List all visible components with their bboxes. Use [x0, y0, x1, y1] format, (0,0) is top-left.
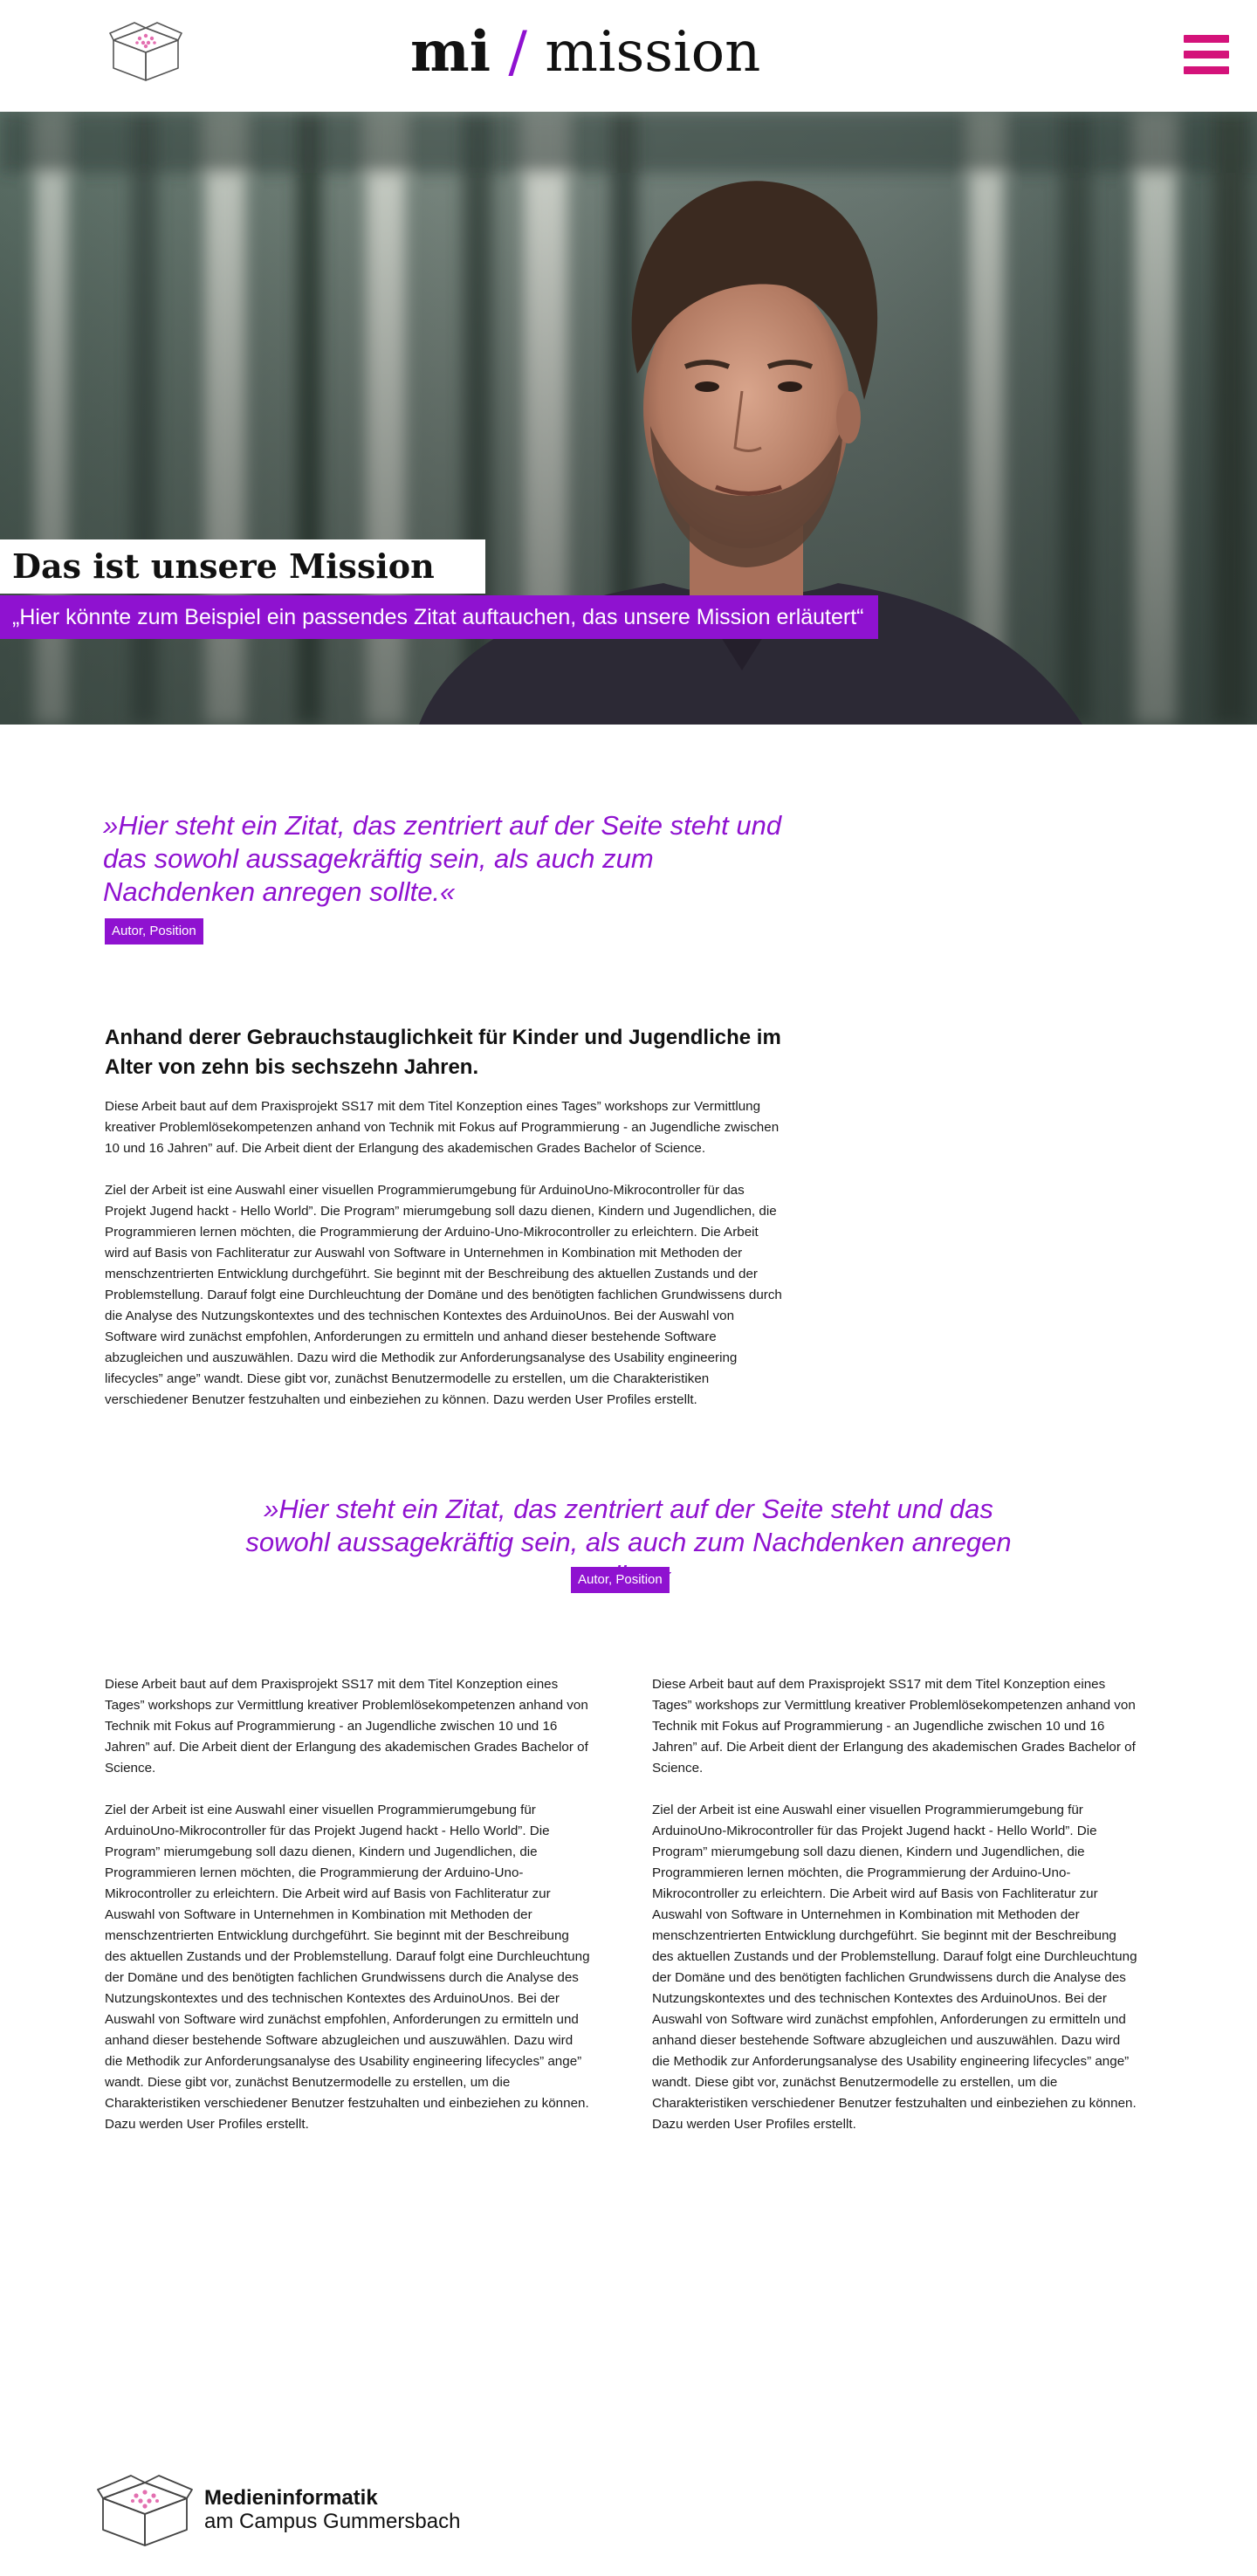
brand-mission: mission [545, 20, 761, 85]
hero-section: Das ist unsere Mission „Hier könnte zum … [0, 112, 1257, 725]
brand-mi: mi [410, 19, 491, 85]
box-icon [109, 22, 182, 81]
menu-bar [1184, 51, 1229, 58]
brand-wordmark: mi / mission [410, 16, 760, 89]
column-paragraph: Ziel der Arbeit ist eine Auswahl einer v… [105, 1803, 590, 2132]
article-body: Diese Arbeit baut auf dem Praxisprojekt … [105, 1096, 786, 1411]
footer-title: Medieninformatik [204, 2486, 378, 2510]
menu-bar [1184, 66, 1229, 74]
column-paragraph: Ziel der Arbeit ist eine Auswahl einer v… [652, 1803, 1137, 2132]
text-column-right: Diese Arbeit baut auf dem Praxisprojekt … [652, 1674, 1141, 2135]
box-icon [97, 2475, 193, 2546]
hero-title-box: Das ist unsere Mission [0, 539, 485, 594]
article-paragraph: Ziel der Arbeit ist eine Auswahl einer v… [105, 1183, 782, 1407]
hamburger-menu-icon[interactable] [1184, 35, 1229, 75]
hero-title: Das ist unsere Mission [12, 546, 435, 586]
pull-quote-left: »Hier steht ein Zitat, das zentriert auf… [103, 810, 782, 907]
column-paragraph: Diese Arbeit baut auf dem Praxisprojekt … [652, 1677, 1136, 1776]
column-paragraph: Diese Arbeit baut auf dem Praxisprojekt … [105, 1677, 588, 1776]
brand-slash: / [508, 20, 527, 85]
quote-author-badge: Autor, Position [571, 1567, 670, 1593]
footer-logo-link[interactable] [96, 2474, 194, 2549]
site-header: mi / mission [0, 0, 1257, 112]
footer-institution: Medieninformatik am Campus Gummersbach [204, 2486, 460, 2533]
footer-subtitle: am Campus Gummersbach [204, 2510, 461, 2533]
home-logo-link[interactable] [108, 21, 183, 84]
text-column-left: Diese Arbeit baut auf dem Praxisprojekt … [105, 1674, 594, 2135]
article-paragraph: Diese Arbeit baut auf dem Praxisprojekt … [105, 1099, 780, 1156]
article-lead: Anhand derer Gebrauchstauglichkeit für K… [105, 1026, 781, 1079]
menu-bar [1184, 35, 1229, 43]
quote-author-badge: Autor, Position [105, 918, 203, 945]
hero-quote: „Hier könnte zum Beispiel ein passendes … [0, 595, 878, 639]
